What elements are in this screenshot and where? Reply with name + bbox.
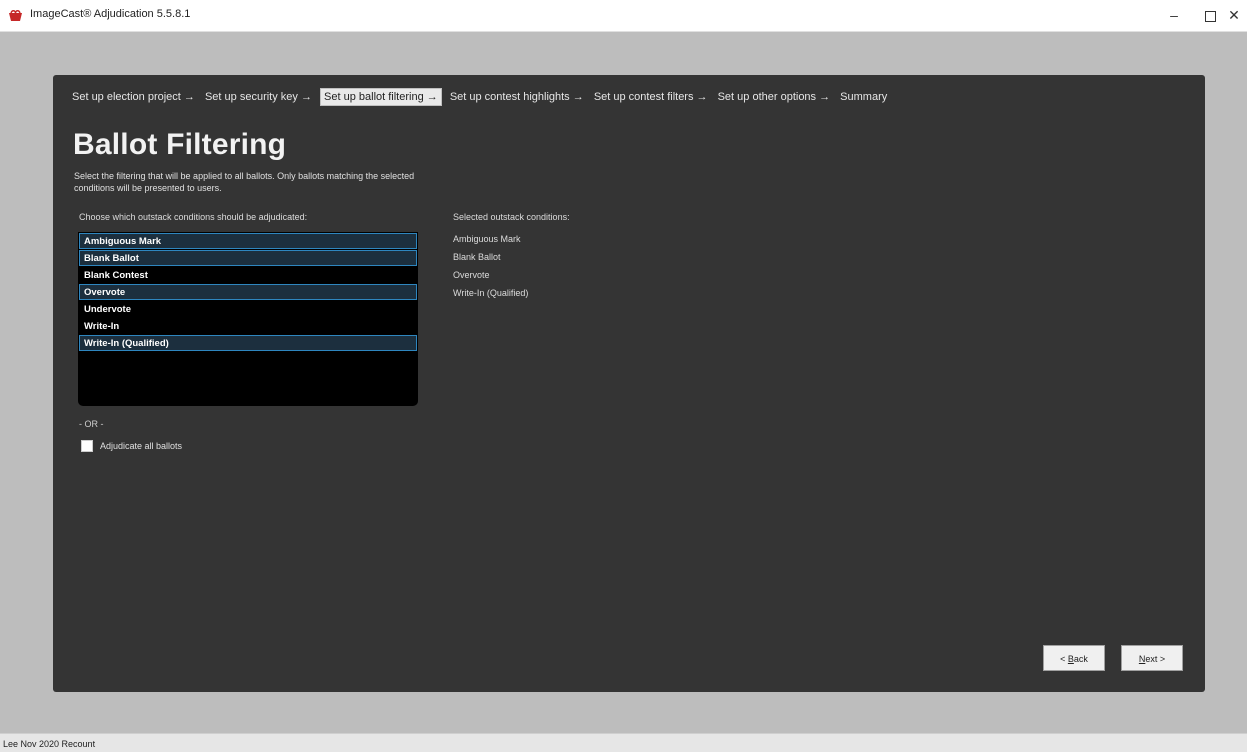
conditions-listbox[interactable]: Ambiguous Mark Blank Ballot Blank Contes… bbox=[78, 232, 418, 406]
condition-ambiguous-mark[interactable]: Ambiguous Mark bbox=[79, 233, 417, 249]
conditions-label: Choose which outstack conditions should … bbox=[79, 212, 308, 222]
close-icon: ✕ bbox=[1228, 7, 1240, 23]
selected-conditions-label: Selected outstack conditions: bbox=[453, 212, 570, 222]
title-bar: ImageCast® Adjudication 5.5.8.1 – ✕ bbox=[0, 0, 1247, 32]
back-prefix: < bbox=[1060, 654, 1068, 664]
selected-condition-item: Write-In (Qualified) bbox=[453, 288, 529, 298]
step-contest-filters[interactable]: Set up contest filters → bbox=[592, 88, 710, 106]
or-separator: - OR - bbox=[79, 419, 104, 429]
selected-condition-item: Ambiguous Mark bbox=[453, 234, 521, 244]
step-election-project[interactable]: Set up election project → bbox=[70, 88, 197, 106]
condition-blank-contest[interactable]: Blank Contest bbox=[79, 267, 417, 283]
close-button[interactable]: ✕ bbox=[1211, 0, 1247, 31]
condition-write-in-qualified[interactable]: Write-In (Qualified) bbox=[79, 335, 417, 351]
status-bar: Lee Nov 2020 Recount bbox=[0, 733, 1247, 752]
condition-overvote[interactable]: Overvote bbox=[79, 284, 417, 300]
back-label-rest: ack bbox=[1073, 654, 1088, 664]
window-title: ImageCast® Adjudication 5.5.8.1 bbox=[30, 8, 191, 20]
condition-write-in[interactable]: Write-In bbox=[79, 318, 417, 334]
next-label-rest: ext bbox=[1145, 654, 1158, 664]
back-button[interactable]: < Back bbox=[1043, 645, 1105, 671]
condition-undervote[interactable]: Undervote bbox=[79, 301, 417, 317]
page-description: Select the filtering that will be applie… bbox=[74, 171, 415, 193]
project-status: Lee Nov 2020 Recount bbox=[3, 739, 96, 749]
next-suffix: > bbox=[1157, 654, 1166, 664]
selected-condition-item: Blank Ballot bbox=[453, 252, 501, 262]
step-contest-highlights[interactable]: Set up contest highlights → bbox=[448, 88, 586, 106]
step-ballot-filtering[interactable]: Set up ballot filtering → bbox=[320, 88, 442, 106]
wizard-steps: Set up election project → Set up securit… bbox=[70, 88, 892, 108]
adjudicate-all-label[interactable]: Adjudicate all ballots bbox=[100, 441, 182, 451]
step-summary[interactable]: Summary bbox=[838, 88, 889, 106]
minimize-icon: – bbox=[1170, 7, 1178, 23]
step-other-options[interactable]: Set up other options → bbox=[716, 88, 833, 106]
adjudicate-all-checkbox[interactable] bbox=[81, 440, 93, 452]
next-button[interactable]: Next > bbox=[1121, 645, 1183, 671]
condition-blank-ballot[interactable]: Blank Ballot bbox=[79, 250, 417, 266]
selected-conditions-list: Ambiguous Mark Blank Ballot Overvote Wri… bbox=[453, 233, 528, 305]
step-security-key[interactable]: Set up security key → bbox=[203, 88, 314, 106]
wizard-panel: Set up election project → Set up securit… bbox=[53, 75, 1205, 692]
selected-condition-item: Overvote bbox=[453, 270, 490, 280]
app-icon bbox=[9, 10, 22, 21]
page-title: Ballot Filtering bbox=[73, 128, 287, 161]
